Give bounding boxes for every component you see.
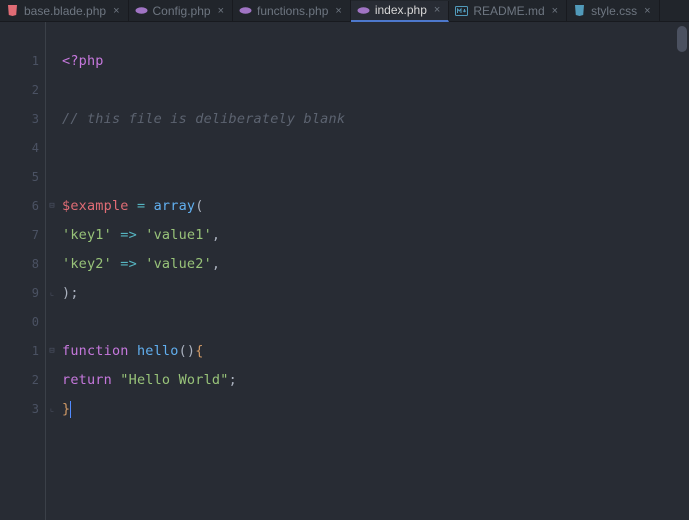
token-punc bbox=[145, 198, 153, 214]
php-file-icon bbox=[135, 4, 148, 17]
line-number: 9 bbox=[0, 279, 39, 308]
fold-marker[interactable]: ⊟ bbox=[46, 337, 58, 366]
line-number: 3 bbox=[0, 105, 39, 134]
code-line: } bbox=[62, 395, 689, 424]
scrollbar-thumb[interactable] bbox=[677, 26, 687, 52]
code-line bbox=[62, 76, 689, 105]
tab-README-md[interactable]: README.md × bbox=[449, 0, 567, 21]
token-brace: } bbox=[62, 401, 70, 417]
close-icon[interactable]: × bbox=[434, 4, 440, 16]
token-punc: ( bbox=[179, 343, 187, 359]
code-line: 'key1' => 'value1', bbox=[62, 221, 689, 250]
line-number: 5 bbox=[0, 163, 39, 192]
fold-marker bbox=[46, 105, 58, 134]
line-number: 7 bbox=[0, 221, 39, 250]
token-punc: ( bbox=[195, 198, 203, 214]
text-cursor bbox=[70, 401, 71, 418]
tab-label: base.blade.php bbox=[24, 4, 106, 18]
close-icon[interactable]: × bbox=[113, 5, 119, 17]
code-line: $example = array( bbox=[62, 192, 689, 221]
tab-label: index.php bbox=[375, 3, 427, 17]
fold-marker bbox=[46, 308, 58, 337]
fold-marker[interactable]: ⊟ bbox=[46, 192, 58, 221]
fold-marker[interactable]: ⌞ bbox=[46, 395, 58, 424]
code-line bbox=[62, 308, 689, 337]
php-file-icon bbox=[239, 4, 252, 17]
tab-bar: base.blade.php × Config.php × functions.php ×… bbox=[0, 0, 689, 22]
fold-marker bbox=[46, 134, 58, 163]
close-icon[interactable]: × bbox=[644, 5, 650, 17]
token-tag: <?php bbox=[62, 53, 104, 69]
code-line: ); bbox=[62, 279, 689, 308]
token-str: 'key2' bbox=[62, 256, 112, 272]
token-op: => bbox=[120, 256, 137, 272]
token-op: => bbox=[120, 227, 137, 243]
token-comment: // this file is deliberately blank bbox=[62, 111, 345, 127]
markdown-file-icon bbox=[455, 4, 468, 17]
fold-column: ⊟ ⌞ ⊟ ⌞ bbox=[46, 22, 58, 520]
fold-marker bbox=[46, 221, 58, 250]
line-number: 3 bbox=[0, 395, 39, 424]
tab-label: functions.php bbox=[257, 4, 328, 18]
tab-style-css[interactable]: style.css × bbox=[567, 0, 659, 21]
line-number: 4 bbox=[0, 134, 39, 163]
line-number: 1 bbox=[0, 337, 39, 366]
code-line: 'key2' => 'value2', bbox=[62, 250, 689, 279]
code-line: return "Hello World"; bbox=[62, 366, 689, 395]
token-str: 'value1' bbox=[145, 227, 212, 243]
token-str: 'value2' bbox=[145, 256, 212, 272]
tab-base-blade-php[interactable]: base.blade.php × bbox=[0, 0, 129, 21]
token-punc: ) bbox=[187, 343, 195, 359]
line-number-gutter: 1234567890123 bbox=[0, 22, 46, 520]
line-number: 2 bbox=[0, 366, 39, 395]
token-punc bbox=[129, 198, 137, 214]
token-fn: ar bbox=[154, 198, 171, 214]
fold-marker bbox=[46, 163, 58, 192]
fold-marker[interactable]: ⌞ bbox=[46, 279, 58, 308]
tab-functions-php[interactable]: functions.php × bbox=[233, 0, 351, 21]
token-kw: return bbox=[62, 372, 112, 388]
php-file-icon bbox=[357, 4, 370, 17]
token-punc: ; bbox=[70, 285, 78, 301]
line-number: 2 bbox=[0, 76, 39, 105]
line-number: 6 bbox=[0, 192, 39, 221]
editor-area: 1234567890123 ⊟⌞⊟⌞ <?php// this file is … bbox=[0, 22, 689, 520]
blade-file-icon bbox=[6, 4, 19, 17]
fold-marker bbox=[46, 366, 58, 395]
close-icon[interactable]: × bbox=[218, 5, 224, 17]
code-line bbox=[62, 163, 689, 192]
tab-label: Config.php bbox=[153, 4, 211, 18]
line-number: 8 bbox=[0, 250, 39, 279]
token-brace: { bbox=[195, 343, 203, 359]
line-number: 1 bbox=[0, 47, 39, 76]
tab-label: style.css bbox=[591, 4, 637, 18]
token-punc: , bbox=[212, 227, 220, 243]
token-punc bbox=[129, 343, 137, 359]
tab-Config-php[interactable]: Config.php × bbox=[129, 0, 233, 21]
token-str: "Hello World" bbox=[120, 372, 228, 388]
tab-index-php[interactable]: index.php × bbox=[351, 1, 449, 22]
css-file-icon bbox=[573, 4, 586, 17]
token-fn: ray bbox=[170, 198, 195, 214]
line-number: 0 bbox=[0, 308, 39, 337]
token-punc: , bbox=[212, 256, 220, 272]
close-icon[interactable]: × bbox=[552, 5, 558, 17]
fold-marker bbox=[46, 47, 58, 76]
code-content[interactable]: <?php // this file is deliberately blank $… bbox=[58, 22, 689, 520]
code-line bbox=[62, 134, 689, 163]
code-line: function hello(){ bbox=[62, 337, 689, 366]
fold-marker bbox=[46, 250, 58, 279]
code-line: <?php bbox=[62, 47, 689, 76]
token-kw: function bbox=[62, 343, 129, 359]
code-line: // this file is deliberately blank bbox=[62, 105, 689, 134]
token-punc: ; bbox=[229, 372, 237, 388]
close-icon[interactable]: × bbox=[335, 5, 341, 17]
fold-marker bbox=[46, 76, 58, 105]
token-var: $example bbox=[62, 198, 129, 214]
token-fn: hello bbox=[137, 343, 179, 359]
token-str: 'key1' bbox=[62, 227, 112, 243]
tab-label: README.md bbox=[473, 4, 544, 18]
